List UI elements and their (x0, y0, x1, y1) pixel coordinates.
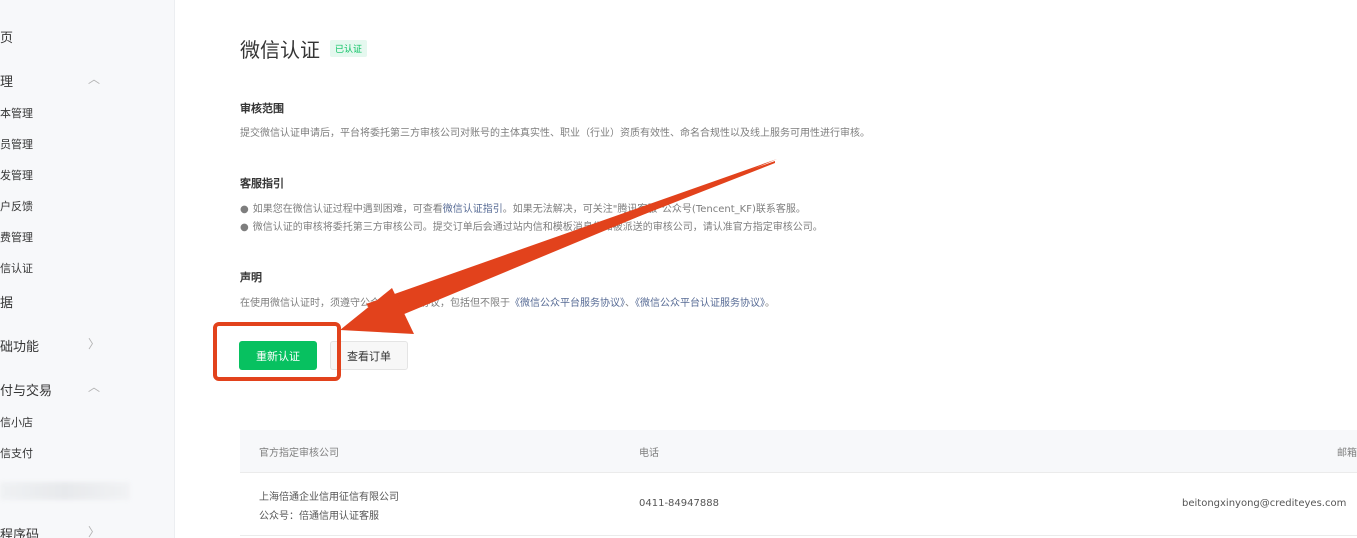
sidebar-item-home[interactable]: 页 (0, 27, 13, 46)
bullet-text-tail: 。如果无法解决，可关注"腾讯客服"公众号(Tencent_KF)联系客服。 (502, 204, 806, 215)
company-account: 公众号：倍通信用认证客服 (259, 511, 379, 522)
sidebar-item-basic-management[interactable]: 本管理 (0, 105, 33, 121)
table-row: 上海倍通企业信用征信有限公司 公众号：倍通信用认证客服 0411-8494788… (240, 473, 1357, 536)
review-scope-text: 提交微信认证申请后，平台将委托第三方审核公司对账号的主体真实性、职业（行业）资质… (240, 128, 870, 139)
sidebar-item-label: 本管理 (0, 107, 33, 120)
annotation-highlight-box (213, 322, 341, 381)
sidebar-item-label: 信支付 (0, 447, 33, 460)
column-header-email: 邮箱 (1337, 448, 1357, 459)
sidebar-item-label: 信小店 (0, 416, 33, 429)
service-guide-bullet-1: ● 如果您在微信认证过程中遇到困难，可查看微信认证指引。如果无法解决，可关注"腾讯… (240, 200, 806, 215)
sidebar-item-label: 据 (0, 296, 14, 311)
column-header-phone: 电话 (639, 448, 659, 459)
table-header: 官方指定审核公司 电话 邮箱 (240, 430, 1357, 473)
sidebar-group-data[interactable]: 据 (0, 292, 13, 311)
chevron-up-icon[interactable]: ︿ (88, 70, 100, 87)
verification-guide-link[interactable]: 微信认证指引 (443, 204, 503, 215)
bullet-dot: ● (240, 204, 249, 215)
sidebar-item-label: 页 (0, 31, 14, 46)
verification-service-agreement-link[interactable]: 《微信公众平台认证服务协议》 (635, 298, 765, 309)
sidebar-item-label: 发管理 (0, 169, 33, 182)
sidebar-item-member-management[interactable]: 员管理 (0, 136, 33, 152)
company-email: beitongxinyong@crediteyes.com (1182, 498, 1347, 509)
sidebar: 页 理 ︿ 本管理 员管理 发管理 户反馈 费管理 信认证 据 础功能 〉 付与… (0, 0, 175, 538)
sidebar-item-label: 员管理 (0, 138, 33, 151)
sidebar-item-fee-management[interactable]: 费管理 (0, 229, 33, 245)
sidebar-group-miniprogram-code[interactable]: 程序码 (0, 524, 39, 538)
view-orders-button[interactable]: 查看订单 (330, 341, 408, 370)
sidebar-item-label: 付与交易 (0, 384, 53, 399)
main-content: 微信认证 已认证 审核范围 提交微信认证申请后，平台将委托第三方审核公司对账号的… (174, 0, 1357, 538)
sidebar-group-management[interactable]: 理 (0, 71, 13, 90)
sidebar-item-wechat-verification[interactable]: 信认证 (0, 260, 33, 276)
review-scope-title: 审核范围 (240, 102, 284, 115)
bullet-text: 微信认证的审核将委托第三方审核公司。提交订单后会通过站内信和模板消息告知被派送的… (252, 222, 823, 233)
statement-end: 。 (765, 298, 775, 309)
page-title: 微信认证 (240, 38, 320, 62)
platform-service-agreement-link[interactable]: 《微信公众平台服务协议》 (510, 298, 625, 309)
company-phone: 0411-84947888 (639, 498, 719, 509)
sidebar-item-user-feedback[interactable]: 户反馈 (0, 198, 33, 214)
statement-separator: 、 (625, 298, 635, 309)
sidebar-item-publish-management[interactable]: 发管理 (0, 167, 33, 183)
blurred-sidebar-item (0, 482, 130, 500)
sidebar-item-wechat-store[interactable]: 信小店 (0, 414, 33, 430)
sidebar-item-label: 础功能 (0, 340, 40, 355)
statement-title: 声明 (240, 271, 262, 284)
service-guide-title: 客服指引 (240, 177, 284, 190)
sidebar-item-label: 费管理 (0, 231, 33, 244)
chevron-right-icon[interactable]: 〉 (88, 523, 100, 538)
column-header-company: 官方指定审核公司 (259, 448, 339, 459)
chevron-right-icon[interactable]: 〉 (88, 335, 100, 352)
sidebar-item-label: 信认证 (0, 262, 33, 275)
statement-text: 在使用微信认证时，须遵守公众平台相关协议，包括但不限于《微信公众平台服务协议》、… (240, 294, 775, 309)
service-guide-bullet-2: ● 微信认证的审核将委托第三方审核公司。提交订单后会通过站内信和模板消息告知被派送… (240, 218, 823, 233)
company-name: 上海倍通企业信用征信有限公司 (259, 492, 399, 503)
bullet-dot: ● (240, 222, 249, 233)
statement-body: 在使用微信认证时，须遵守公众平台相关协议，包括但不限于 (240, 298, 510, 309)
bullet-text: 如果您在微信认证过程中遇到困难，可查看 (252, 204, 443, 215)
sidebar-item-wechat-pay[interactable]: 信支付 (0, 445, 33, 461)
review-company-table: 官方指定审核公司 电话 邮箱 上海倍通企业信用征信有限公司 公众号：倍通信用认证… (240, 430, 1357, 536)
sidebar-item-label: 户反馈 (0, 200, 33, 213)
sidebar-item-label: 程序码 (0, 528, 40, 538)
status-badge: 已认证 (330, 40, 368, 57)
sidebar-group-payment[interactable]: 付与交易 (0, 380, 52, 399)
sidebar-group-basic-features[interactable]: 础功能 (0, 336, 39, 355)
sidebar-item-label: 理 (0, 75, 14, 90)
chevron-up-icon[interactable]: ︿ (88, 378, 100, 395)
